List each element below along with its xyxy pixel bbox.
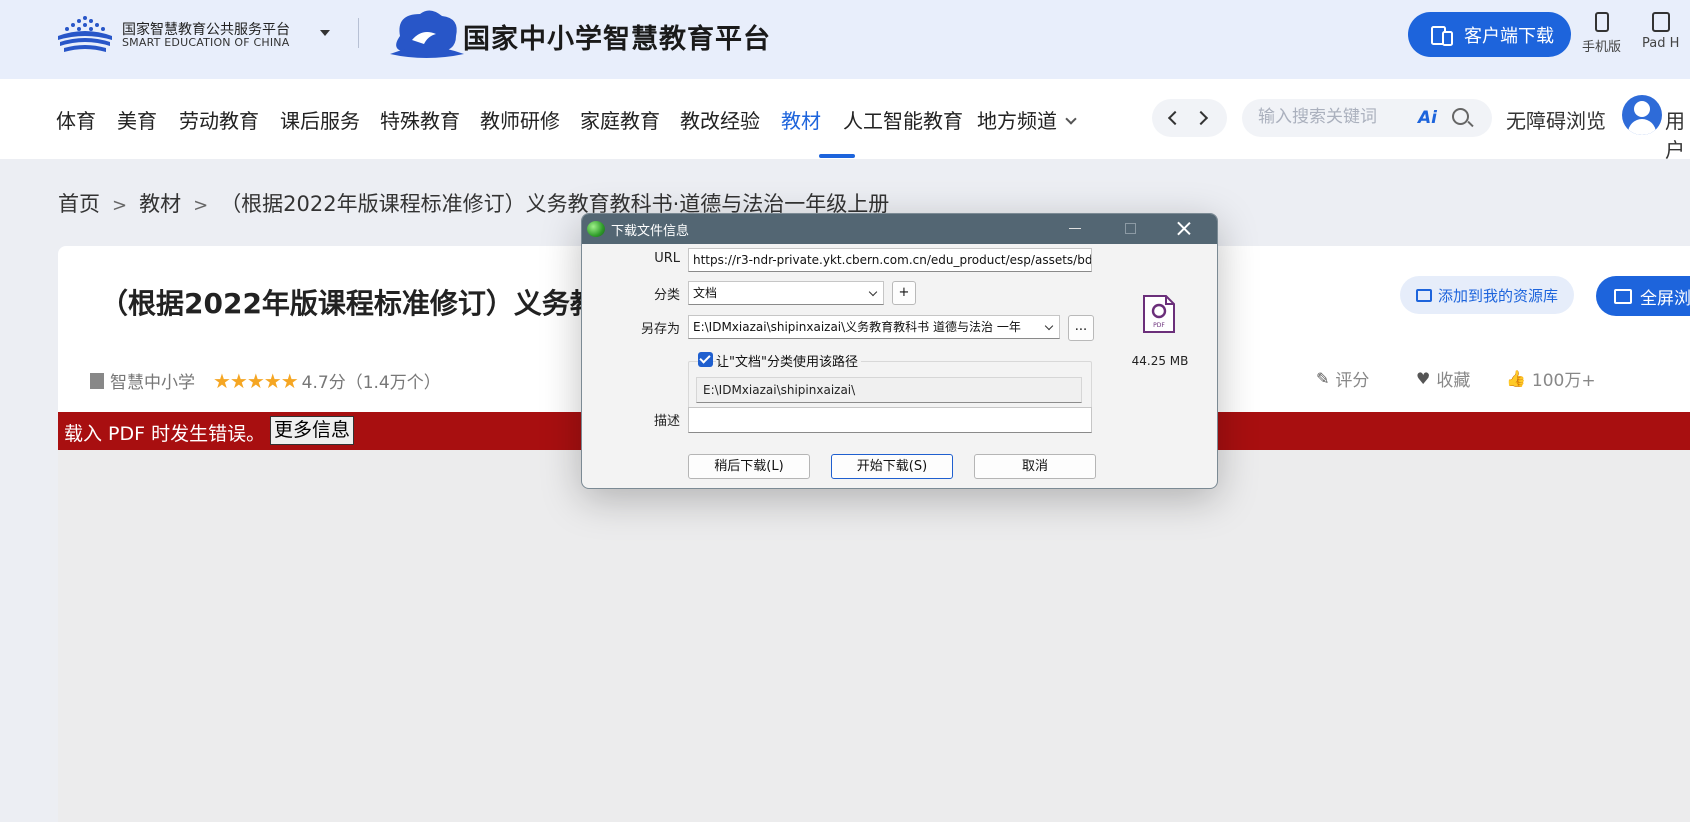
- nav-item-local-channel[interactable]: 地方频道: [977, 105, 1077, 134]
- nav-item-family-ed[interactable]: 家庭教育: [580, 105, 660, 134]
- pdf-error-message: 载入 PDF 时发生错误。: [64, 423, 266, 445]
- add-category-button[interactable]: +: [892, 281, 916, 305]
- publisher-name: 智慧中小学: [110, 373, 195, 393]
- nav-item-arts[interactable]: 美育: [117, 105, 157, 134]
- page-title: （根据2022年版课程标准修订）义务教: [100, 287, 598, 320]
- mobile-version-link[interactable]: 手机版: [1582, 12, 1621, 55]
- search-icon[interactable]: [1452, 108, 1469, 125]
- pad-version-label: Pad H: [1642, 36, 1680, 51]
- search-input[interactable]: [1258, 107, 1408, 127]
- chevron-right-icon[interactable]: [1193, 110, 1209, 126]
- favorite-button[interactable]: ♥ 收藏: [1416, 366, 1470, 391]
- description-input[interactable]: [688, 407, 1092, 433]
- description-label: 描述: [653, 414, 680, 429]
- idm-app-icon: [587, 221, 605, 237]
- fullscreen-button[interactable]: 全屏浏: [1596, 276, 1690, 316]
- nav-item-after-school[interactable]: 课后服务: [280, 105, 360, 134]
- accessibility-link[interactable]: 无障碍浏览: [1506, 105, 1606, 134]
- platform-switch-dropdown-icon[interactable]: [320, 30, 330, 36]
- nav-item-ai-education[interactable]: 人工智能教育: [843, 105, 963, 134]
- breadcrumb-separator: >: [193, 195, 209, 216]
- nav-item-textbooks[interactable]: 教材: [781, 105, 821, 134]
- save-as-label: 另存为: [640, 322, 680, 337]
- dialog-titlebar[interactable]: 下载文件信息: [582, 214, 1217, 244]
- add-to-library-label: 添加到我的资源库: [1438, 286, 1559, 305]
- file-size: 44.25 MB: [1131, 354, 1189, 368]
- user-label[interactable]: 用户: [1665, 105, 1690, 163]
- nav-item-special-ed[interactable]: 特殊教育: [380, 105, 460, 134]
- breadcrumb-home[interactable]: 首页: [58, 192, 100, 216]
- tablet-icon: [1651, 12, 1670, 32]
- mobile-version-label: 手机版: [1582, 40, 1622, 55]
- save-as-path: E:\IDMxiazai\shipinxaizai\义务教育教科书 道德与法治 …: [693, 320, 1021, 334]
- rate-star-icon: ✎: [1316, 369, 1330, 388]
- top-header: 国家智慧教育公共服务平台 SMART EDUCATION OF CHINA 国家…: [0, 0, 1690, 79]
- pdf-file-icon: PDF: [1143, 295, 1175, 333]
- main-logo-text[interactable]: 国家中小学智慧教育平台: [463, 17, 771, 56]
- platform-logo-icon[interactable]: [56, 12, 114, 56]
- breadcrumb-separator: >: [112, 195, 128, 216]
- client-download-button[interactable]: 客户端下载: [1408, 12, 1571, 57]
- pdf-viewer-area: [58, 450, 1690, 822]
- nav-item-labor[interactable]: 劳动教育: [179, 105, 259, 134]
- close-icon[interactable]: [1174, 218, 1194, 238]
- category-value: 文档: [693, 286, 718, 300]
- chevron-down-icon: [868, 287, 878, 297]
- client-download-label: 客户端下载: [1464, 25, 1554, 47]
- star-rating-icon: ★★★★★: [213, 368, 299, 393]
- fullscreen-icon: [1614, 288, 1632, 304]
- rate-button[interactable]: ✎ 评分: [1316, 366, 1369, 391]
- main-logo-icon[interactable]: [386, 6, 466, 62]
- like-button[interactable]: 👍 100万+: [1506, 366, 1596, 391]
- nav-item-local-channel-label: 地方频道: [977, 109, 1057, 133]
- avatar[interactable]: [1622, 95, 1662, 135]
- search-box: Ai: [1242, 99, 1492, 137]
- maximize-icon[interactable]: [1125, 223, 1136, 234]
- nav-scroll-controls: [1152, 99, 1227, 137]
- category-label: 分类: [653, 288, 680, 303]
- minimize-icon[interactable]: [1069, 228, 1081, 229]
- platform-name-en[interactable]: SMART EDUCATION OF CHINA: [122, 36, 289, 49]
- school-icon: [90, 372, 104, 389]
- chevron-down-icon: [1065, 113, 1077, 125]
- breadcrumb-section[interactable]: 教材: [139, 192, 181, 216]
- folder-icon: [1416, 288, 1432, 302]
- url-label: URL: [654, 251, 680, 266]
- phone-icon: [1594, 12, 1609, 32]
- rating-value: 4.7分（1.4万个）: [301, 373, 441, 393]
- like-count: 100万+: [1531, 371, 1596, 391]
- download-later-button[interactable]: 稍后下载(L): [688, 454, 810, 479]
- nav-item-sports[interactable]: 体育: [56, 105, 96, 134]
- dialog-title: 下载文件信息: [611, 224, 690, 239]
- ai-search-icon[interactable]: Ai: [1418, 108, 1437, 128]
- use-category-path-checkbox[interactable]: [698, 352, 713, 367]
- use-category-path-label[interactable]: 让"文档"分类使用该路径: [716, 351, 861, 370]
- header-divider: [358, 18, 359, 48]
- url-field[interactable]: https://r3-ndr-private.ykt.cbern.com.cn/…: [688, 248, 1092, 272]
- browse-button[interactable]: ...: [1068, 315, 1094, 341]
- download-file-info-dialog: 下载文件信息 URL https://r3-ndr-private.ykt.cb…: [581, 213, 1218, 489]
- svg-text:PDF: PDF: [1153, 322, 1165, 329]
- category-select[interactable]: 文档: [688, 281, 884, 305]
- main-nav: 体育 美育 劳动教育 课后服务 特殊教育 教师研修 家庭教育 教改经验 教材 人…: [0, 79, 1690, 162]
- start-download-button[interactable]: 开始下载(S): [831, 454, 953, 479]
- add-to-library-button[interactable]: 添加到我的资源库: [1400, 276, 1574, 314]
- fullscreen-label: 全屏浏: [1640, 288, 1690, 309]
- devices-icon: [1431, 25, 1453, 46]
- pad-version-link[interactable]: Pad H: [1642, 12, 1679, 51]
- nav-item-teacher-training[interactable]: 教师研修: [480, 105, 560, 134]
- favorite-label: 收藏: [1436, 371, 1471, 391]
- save-as-combo[interactable]: E:\IDMxiazai\shipinxaizai\义务教育教科书 道德与法治 …: [688, 315, 1060, 339]
- rate-label: 评分: [1335, 371, 1370, 391]
- active-tab-indicator: [819, 154, 855, 158]
- chevron-down-icon: [1044, 321, 1054, 331]
- thumbs-up-icon: 👍: [1506, 369, 1526, 388]
- heart-icon: ♥: [1416, 369, 1431, 388]
- nav-item-reform[interactable]: 教改经验: [680, 105, 760, 134]
- more-info-button[interactable]: 更多信息: [270, 416, 355, 445]
- category-path-field[interactable]: E:\IDMxiazai\shipinxaizai\: [696, 377, 1082, 403]
- book-meta: 智慧中小学 ★★★★★ 4.7分（1.4万个）: [90, 368, 441, 393]
- chevron-left-icon[interactable]: [1167, 110, 1183, 126]
- cancel-button[interactable]: 取消: [974, 454, 1096, 479]
